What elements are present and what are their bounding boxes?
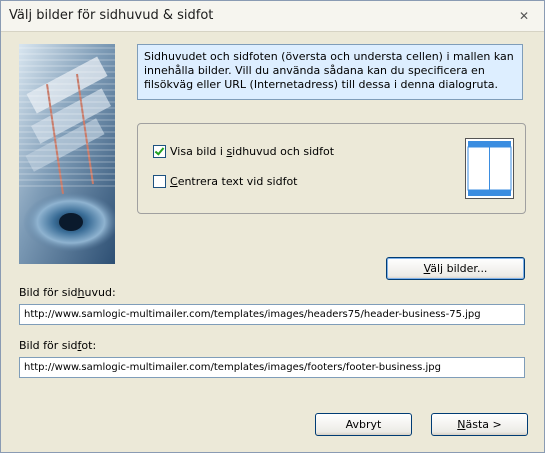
show-image-label: Visa bild i sidhuvud och sidfot [170,144,335,158]
footer-image-label: Bild för sidfot: [19,339,97,352]
header-image-label: Bild för sidhuvud: [19,286,116,299]
cancel-button[interactable]: Avbryt [315,413,412,436]
choose-images-button[interactable]: Välj bilder... [386,257,525,280]
title-bar[interactable]: Välj bilder för sidhuvud & sidfot ✕ [1,1,544,32]
show-image-option[interactable]: Visa bild i sidhuvud och sidfot [153,144,334,158]
window-title: Välj bilder för sidhuvud & sidfot [9,8,214,23]
footer-image-field[interactable]: http://www.samlogic-multimailer.com/temp… [19,357,525,378]
center-text-option[interactable]: Centrera text vid sidfot [153,174,297,188]
next-button[interactable]: Nästa > [431,413,528,436]
decorative-banner-image [19,44,115,264]
dialog-client: Sidhuvudet och sidfoten (översta och und… [1,32,544,452]
center-text-checkbox[interactable] [153,174,166,188]
header-image-field[interactable]: http://www.samlogic-multimailer.com/temp… [19,304,525,325]
info-text-box: Sidhuvudet och sidfoten (översta och und… [137,44,523,100]
options-group: Visa bild i sidhuvud och sidfot Centrera… [137,123,526,214]
page-layout-preview-icon [465,138,514,199]
close-icon[interactable]: ✕ [515,8,533,24]
center-text-label: Centrera text vid sidfot [170,174,298,188]
dialog-window: Välj bilder för sidhuvud & sidfot ✕ Sidh… [0,0,545,453]
show-image-checkbox[interactable] [153,144,166,158]
